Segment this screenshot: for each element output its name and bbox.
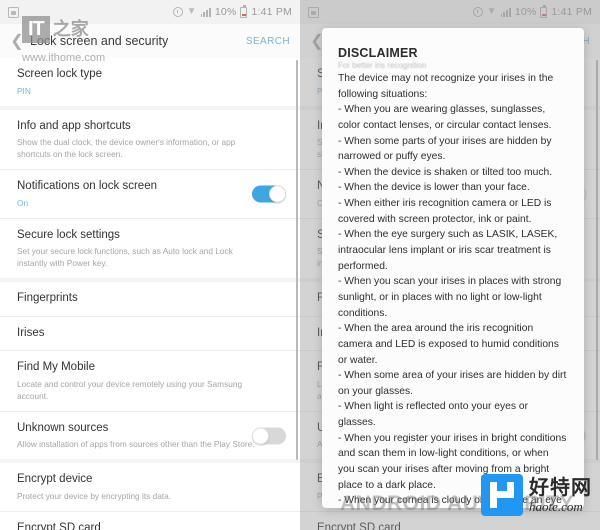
dialog-bullet: - When either iris recognition camera or…	[338, 198, 552, 225]
disclaimer-dialog: DISCLAIMER For better iris recognition T…	[322, 28, 584, 508]
vertical-scrollbar[interactable]	[296, 60, 298, 460]
search-button[interactable]: SEARCH	[246, 36, 290, 47]
settings-row-title: Unknown sources	[17, 421, 109, 434]
left-screen: ▼ 10% 1:41 PM ❮ Lock screen and security…	[0, 0, 300, 530]
back-arrow-icon[interactable]: ❮	[6, 30, 28, 52]
settings-row-subtitle: PIN	[17, 85, 31, 96]
settings-row[interactable]: Encrypt device Protect your device by enc…	[0, 463, 300, 512]
settings-row[interactable]: Irises	[0, 317, 300, 352]
settings-row[interactable]: Unknown sources Allow installation of app…	[0, 412, 300, 464]
settings-row-subtitle: Protect your device by encrypting its da…	[17, 490, 172, 501]
settings-row-subtitle: On	[17, 197, 29, 208]
settings-row[interactable]: Notifications on lock screen On	[0, 170, 300, 219]
settings-row-subtitle: Set your secure lock functions, such as …	[17, 246, 233, 269]
settings-row-title: Info and app shortcuts	[17, 119, 131, 132]
dialog-faded-line: For better iris recognition	[338, 61, 427, 70]
page-title: Lock screen and security	[30, 34, 169, 48]
dialog-title: DISCLAIMER	[338, 46, 418, 60]
settings-row-toggle[interactable]	[252, 185, 286, 203]
settings-row-title: Encrypt device	[17, 473, 93, 486]
settings-row[interactable]: Screen lock type PIN	[0, 58, 300, 110]
settings-row-title: Find My Mobile	[17, 361, 95, 374]
dialog-bullet: - When some area of your irises are hidd…	[338, 370, 567, 397]
status-bar-right: ▼ 10% 1:41 PM	[172, 4, 292, 18]
dialog-bullet: - When you are wearing glasses, sunglass…	[338, 104, 552, 131]
action-bar: ❮ Lock screen and security SEARCH	[0, 24, 300, 58]
settings-row-title: Fingerprints	[17, 292, 78, 305]
right-screen: ▼ 10% 1:41 PM ❮ Lock screen and security…	[300, 0, 600, 530]
dialog-bullet-list: - When you are wearing glasses, sunglass…	[338, 102, 568, 508]
settings-row[interactable]: Info and app shortcuts Show the dual cloc…	[0, 110, 300, 171]
settings-row-title: Screen lock type	[17, 68, 103, 80]
settings-row-title: Encrypt SD card	[17, 521, 101, 530]
settings-row[interactable]: Secure lock settings Set your secure lock…	[0, 219, 300, 283]
battery-percent: 10%	[214, 6, 237, 18]
dialog-bullet: - When the device is shaken or tilted to…	[338, 166, 553, 178]
image-icon	[8, 6, 19, 18]
dialog-bullet: - When your cornea is cloudy or you have…	[338, 495, 562, 507]
battery-icon	[240, 4, 248, 18]
dialog-bullet: - When the area around the iris recognit…	[338, 323, 559, 366]
dialog-bullet: - When some parts of your irises are hid…	[338, 135, 552, 163]
dialog-bullet: - When you scan your irises in places wi…	[338, 276, 562, 319]
settings-row-subtitle: Locate and control your device remotely …	[17, 378, 243, 401]
dialog-bullet: - When light is reflected onto your eyes…	[338, 401, 529, 429]
settings-row[interactable]: Encrypt SD cardProtect your SD card by e…	[0, 512, 300, 530]
dialog-intro: The device may not recognize your irises…	[338, 73, 554, 100]
settings-row-toggle[interactable]	[252, 427, 286, 444]
settings-row-title: Irises	[17, 326, 45, 339]
signal-icon	[200, 7, 211, 17]
toggle-knob	[269, 185, 286, 203]
clock: 1:41 PM	[251, 6, 292, 18]
dialog-bullet: - When the device is lower than your fac…	[338, 182, 530, 194]
dialog-bullet: - When the eye surgery such as LASIK, LA…	[338, 229, 558, 272]
alarm-icon	[172, 7, 183, 17]
toggle-knob	[252, 427, 269, 444]
dialog-bullet: - When you register your irises in brigh…	[338, 432, 567, 491]
settings-row[interactable]: Fingerprints	[0, 282, 300, 317]
dialog-body: The device may not recognize your irises…	[338, 71, 568, 508]
settings-row[interactable]: Find My Mobile Locate and control your de…	[0, 351, 300, 412]
wifi-icon: ▼	[186, 6, 197, 17]
status-bar: ▼ 10% 1:41 PM	[0, 0, 300, 24]
settings-list[interactable]: Screen lock type PIN Info and app shortcut…	[0, 58, 300, 530]
settings-row-subtitle: Show the dual clock, the device owner's …	[17, 137, 236, 160]
settings-row-subtitle: Allow installation of apps from sources …	[17, 439, 255, 450]
screenshot-pair: ▼ 10% 1:41 PM ❮ Lock screen and security…	[0, 0, 600, 530]
settings-row-title: Notifications on lock screen	[17, 180, 157, 193]
settings-row-title: Secure lock settings	[17, 228, 120, 241]
status-bar-left	[8, 6, 19, 18]
